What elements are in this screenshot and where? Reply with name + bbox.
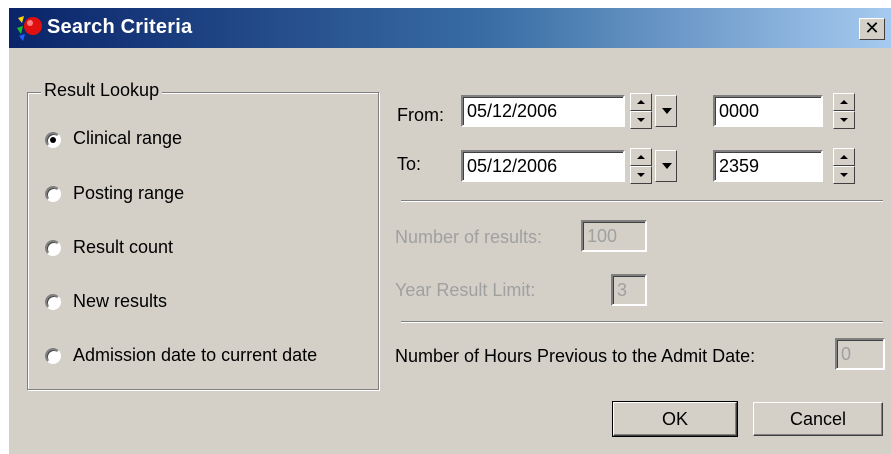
radio-new-results[interactable] xyxy=(45,294,61,310)
number-of-results-label: Number of results: xyxy=(395,227,543,247)
radio-clinical-range-label[interactable]: Clinical range xyxy=(73,128,182,149)
to-label: To: xyxy=(397,154,422,174)
search-criteria-dialog: Search Criteria ✕ Result Lookup Clinical… xyxy=(8,8,891,454)
close-button[interactable]: ✕ xyxy=(859,18,885,40)
spin-down-button[interactable] xyxy=(833,166,855,184)
spin-up-button[interactable] xyxy=(833,148,855,166)
from-time-spinner[interactable] xyxy=(833,93,855,129)
radio-result-count-label[interactable]: Result count xyxy=(73,237,173,258)
radio-clinical-range[interactable] xyxy=(45,132,61,148)
arrow-up-icon xyxy=(840,100,848,104)
cancel-button[interactable]: Cancel xyxy=(753,402,883,436)
hours-previous-label: Number of Hours Previous to the Admit Da… xyxy=(395,346,756,366)
radio-result-count[interactable] xyxy=(45,240,61,256)
close-icon: ✕ xyxy=(864,18,880,38)
from-date-spinner[interactable] xyxy=(630,93,652,129)
arrow-down-icon xyxy=(840,118,848,122)
from-label: From: xyxy=(397,105,444,125)
hours-previous-field[interactable]: 0 xyxy=(835,338,885,370)
separator xyxy=(401,321,883,323)
to-date-dropdown-button[interactable] xyxy=(655,150,677,182)
arrow-down-icon xyxy=(637,118,645,122)
arrow-down-icon xyxy=(637,173,645,177)
arrow-up-icon xyxy=(840,155,848,159)
spin-up-button[interactable] xyxy=(630,148,652,166)
spin-up-button[interactable] xyxy=(833,93,855,111)
radio-admission-date[interactable] xyxy=(45,348,61,364)
separator xyxy=(401,200,883,202)
spin-down-button[interactable] xyxy=(833,111,855,129)
radio-selected-dot xyxy=(50,137,56,143)
result-lookup-label: Result Lookup xyxy=(41,80,163,101)
ok-button[interactable]: OK xyxy=(612,401,738,437)
chevron-down-icon xyxy=(662,108,672,114)
app-logo-icon xyxy=(17,16,42,41)
from-date-field[interactable]: 05/12/2006 xyxy=(461,95,625,127)
to-date-field[interactable]: 05/12/2006 xyxy=(461,150,625,182)
chevron-down-icon xyxy=(662,163,672,169)
number-of-results-field[interactable]: 100 xyxy=(581,220,647,252)
spin-down-button[interactable] xyxy=(630,111,652,129)
radio-new-results-label[interactable]: New results xyxy=(73,291,167,312)
to-time-spinner[interactable] xyxy=(833,148,855,184)
to-time-field[interactable]: 2359 xyxy=(713,150,823,182)
radio-admission-date-label[interactable]: Admission date to current date xyxy=(73,345,317,366)
arrow-down-icon xyxy=(840,173,848,177)
to-date-spinner[interactable] xyxy=(630,148,652,184)
from-date-dropdown-button[interactable] xyxy=(655,95,677,127)
arrow-up-icon xyxy=(637,155,645,159)
year-result-limit-field[interactable]: 3 xyxy=(611,274,647,306)
from-time-field[interactable]: 0000 xyxy=(713,95,823,127)
radio-posting-range[interactable] xyxy=(45,186,61,202)
spin-up-button[interactable] xyxy=(630,93,652,111)
year-result-limit-label: Year Result Limit: xyxy=(395,280,536,300)
window-title: Search Criteria xyxy=(47,16,193,38)
arrow-up-icon xyxy=(637,100,645,104)
radio-posting-range-label[interactable]: Posting range xyxy=(73,183,184,204)
title-bar[interactable]: Search Criteria ✕ xyxy=(9,8,891,48)
spin-down-button[interactable] xyxy=(630,166,652,184)
